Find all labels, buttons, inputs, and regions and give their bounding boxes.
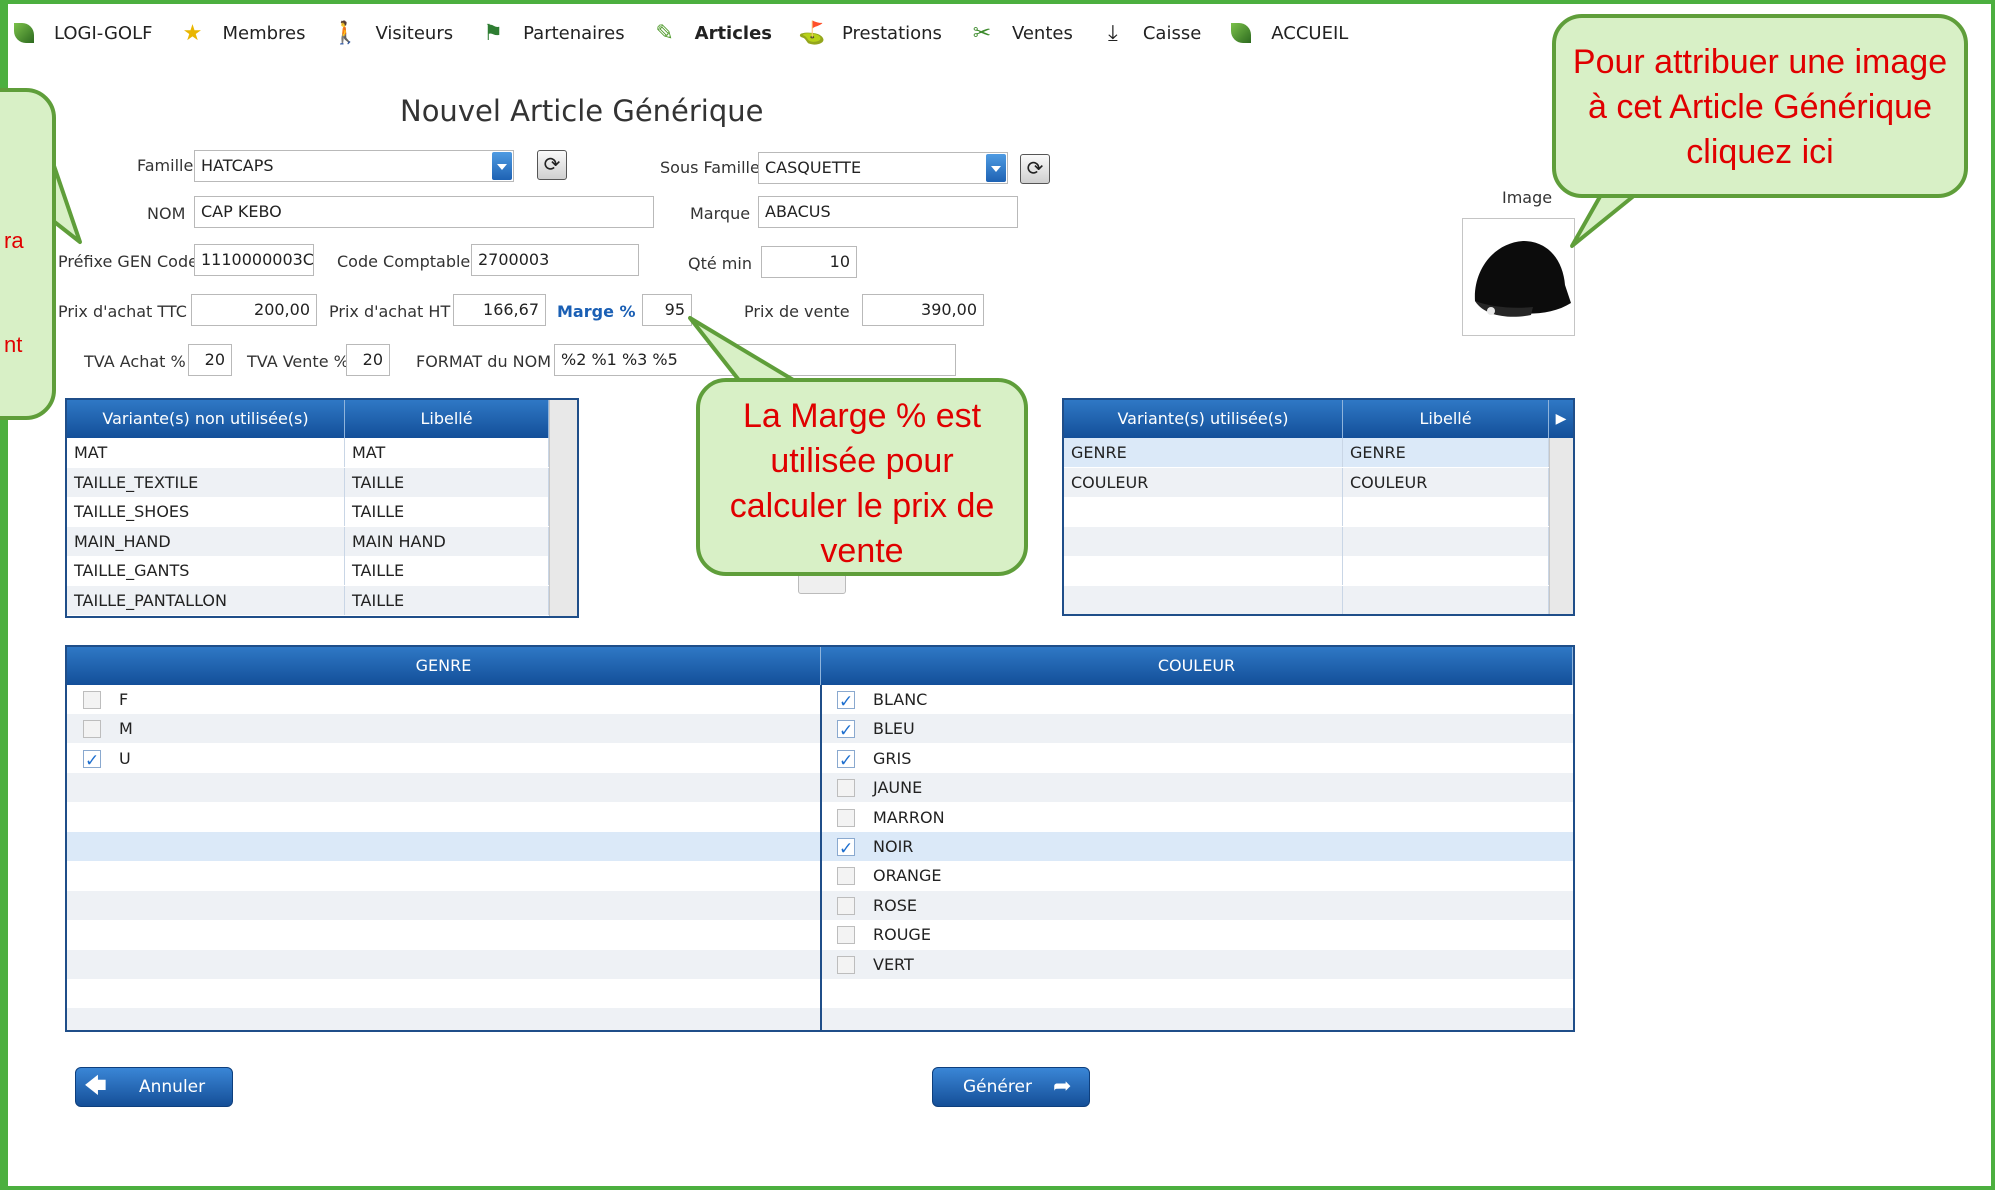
left-callout: ra nt (0, 88, 56, 420)
image-callout-text: Pour attribuer une image à cet Article G… (1572, 43, 1948, 171)
left-callout-fragment-2: nt (4, 332, 23, 357)
left-callout-fragment-1: ra (4, 228, 24, 253)
marge-callout: La Marge % est utilisée pour calculer le… (696, 378, 1028, 576)
marge-callout-text: La Marge % est utilisée pour calculer le… (729, 397, 995, 570)
image-callout: Pour attribuer une image à cet Article G… (1552, 14, 1968, 198)
